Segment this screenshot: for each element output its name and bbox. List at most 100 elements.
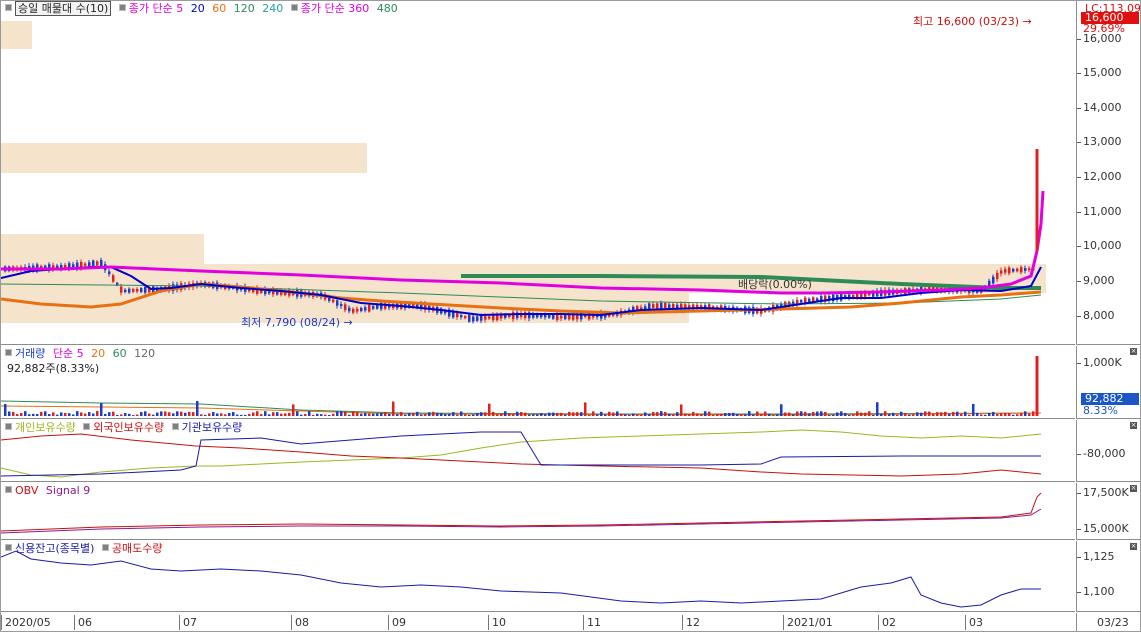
price-pane[interactable]: 승일 매물대 수(10) 종가 단순 5 20 60 120 240 종가 단순… <box>1 1 1075 345</box>
obv-legend[interactable]: OBV Signal 9 <box>5 484 94 498</box>
legend-signal[interactable]: Signal 9 <box>46 484 90 497</box>
legend-ma120[interactable]: 120 <box>234 2 255 15</box>
volume-bar <box>936 412 939 416</box>
candle-body <box>588 312 591 320</box>
credit-pane[interactable]: 신용잔고(종목별) 공매도수량 <box>1 541 1075 612</box>
pane-close-icon[interactable]: × <box>1130 422 1137 429</box>
volume-bar <box>156 412 159 416</box>
legend-volume[interactable]: 거래량 <box>15 347 45 360</box>
candle-body <box>816 298 819 301</box>
candle-body <box>668 304 671 309</box>
holding-axis[interactable]: × -80,000 <box>1076 420 1140 482</box>
credit-legend[interactable]: 신용잔고(종목별) 공매도수량 <box>5 542 167 556</box>
candle-body <box>344 304 347 311</box>
legend-toggle-icon[interactable] <box>83 423 91 430</box>
volume-bar <box>784 412 787 416</box>
volume-bar <box>824 411 827 416</box>
volume-bar <box>664 411 667 416</box>
price-legend[interactable]: 승일 매물대 수(10) 종가 단순 5 20 60 120 240 종가 단순… <box>5 1 402 16</box>
volume-bar <box>712 414 715 416</box>
pane-close-icon[interactable]: × <box>1130 348 1137 355</box>
volume-bar <box>268 414 271 416</box>
volume-bar <box>508 413 511 416</box>
legend-toggle-icon[interactable] <box>290 4 298 11</box>
candle-body <box>856 293 859 298</box>
obv-axis[interactable]: × 17,500K 15,000K <box>1076 483 1140 540</box>
volume-bar <box>136 414 139 416</box>
volume-bar <box>456 414 459 416</box>
legend-volume-ma20[interactable]: 20 <box>91 347 105 360</box>
candle-body <box>96 261 99 266</box>
volume-bar <box>28 414 31 416</box>
legend-toggle-icon[interactable] <box>118 4 126 11</box>
pane-close-icon[interactable]: × <box>1130 543 1137 550</box>
volume-bar <box>340 411 343 416</box>
volume-bar <box>60 412 63 416</box>
volume-pane[interactable]: 거래량 단순 5 20 60 120 92,882주(8.33%) <box>1 346 1075 419</box>
legend-obv[interactable]: OBV <box>15 484 38 497</box>
volume-bar <box>160 411 163 416</box>
x-axis[interactable]: 2020/05 06 07 08 09 10 11 12 2021/01 02 … <box>1 613 1075 631</box>
volume-bar <box>772 414 775 416</box>
holding-pane[interactable]: 개인보유수량 외국인보유수량 기관보유수량 <box>1 420 1075 482</box>
volume-bar <box>956 411 959 416</box>
volume-bar <box>128 413 131 416</box>
volume-bar <box>404 414 407 416</box>
volume-bar <box>820 411 823 416</box>
y-tick: 1,000K <box>1083 356 1122 369</box>
candle-body <box>88 262 91 267</box>
volume-bar <box>1004 412 1007 416</box>
legend-ma5[interactable]: 종가 단순 5 <box>129 2 183 15</box>
legend-ma60[interactable]: 60 <box>212 2 226 15</box>
volume-bar <box>44 411 47 416</box>
volume-bar <box>764 411 767 416</box>
legend-individual[interactable]: 개인보유수량 <box>15 421 76 434</box>
legend-toggle-icon[interactable] <box>101 544 109 551</box>
legend-ma20[interactable]: 20 <box>191 2 205 15</box>
volume-bar <box>380 412 383 416</box>
volume-bar <box>368 413 371 416</box>
candle-body <box>656 303 659 309</box>
volume-bar <box>272 412 275 416</box>
volume-axis[interactable]: × 1,000K 92,882 8.33% <box>1076 346 1140 419</box>
volume-bar <box>316 413 319 416</box>
holding-legend[interactable]: 개인보유수량 외국인보유수량 기관보유수량 <box>5 421 246 435</box>
volume-bar <box>56 414 59 416</box>
volume-legend[interactable]: 거래량 단순 5 20 60 120 <box>5 347 159 361</box>
legend-ma480[interactable]: 480 <box>377 2 398 15</box>
legend-volume-profile[interactable]: 승일 매물대 수(10) <box>15 1 112 16</box>
x-tick: 07 <box>179 615 197 630</box>
legend-toggle-icon[interactable] <box>5 423 12 430</box>
volume-bar <box>476 413 479 416</box>
volume-bar <box>684 413 687 416</box>
volume-bar <box>332 413 335 416</box>
legend-toggle-icon[interactable] <box>171 423 179 430</box>
volume-bar <box>484 412 487 416</box>
volume-bar <box>792 414 795 416</box>
legend-ma360[interactable]: 종가 단순 360 <box>301 2 369 15</box>
legend-toggle-icon[interactable] <box>5 349 12 356</box>
legend-volume-ma120[interactable]: 120 <box>134 347 155 360</box>
volume-bar <box>1000 413 1003 416</box>
pane-close-icon[interactable]: × <box>1130 485 1137 492</box>
legend-foreign[interactable]: 외국인보유수량 <box>93 421 164 434</box>
legend-volume-ma5[interactable]: 단순 5 <box>53 347 84 360</box>
volume-pct-label: 8.33% <box>1083 404 1118 417</box>
price-axis[interactable]: × LC:113.09 16,600 29.69% 16,000 15,000 … <box>1076 1 1140 345</box>
obv-pane[interactable]: OBV Signal 9 <box>1 483 1075 540</box>
legend-toggle-icon[interactable] <box>5 4 12 11</box>
legend-credit-balance[interactable]: 신용잔고(종목별) <box>15 542 94 555</box>
legend-toggle-icon[interactable] <box>5 544 12 551</box>
legend-short-selling[interactable]: 공매도수량 <box>112 542 163 555</box>
y-tick: 1,125 <box>1083 550 1115 563</box>
credit-axis[interactable]: × 1,125 1,100 <box>1076 541 1140 612</box>
legend-volume-ma60[interactable]: 60 <box>113 347 127 360</box>
volume-bar <box>512 414 515 416</box>
volume-bar <box>292 404 295 416</box>
volume-bar <box>392 401 395 416</box>
candle-body <box>368 304 371 312</box>
legend-ma240[interactable]: 240 <box>262 2 283 15</box>
legend-toggle-icon[interactable] <box>5 486 12 493</box>
candle-body <box>996 272 999 280</box>
legend-institution[interactable]: 기관보유수량 <box>182 421 243 434</box>
